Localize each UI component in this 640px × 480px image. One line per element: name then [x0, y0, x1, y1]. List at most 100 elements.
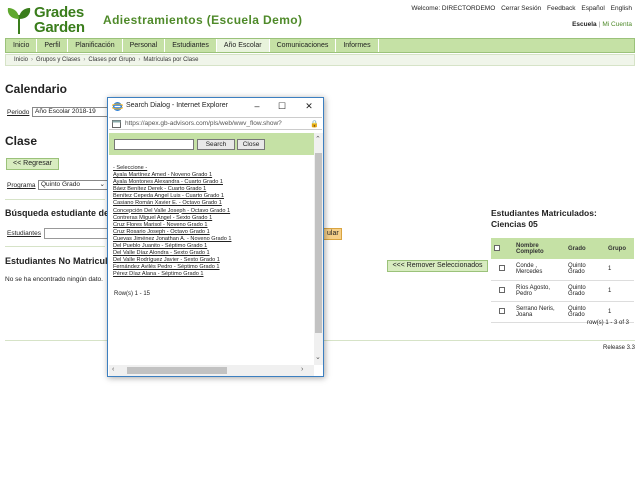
- top-links: Welcome: DIRECTORDEMO Cerrar Sesión Feed…: [407, 5, 632, 12]
- list-item[interactable]: Del Valle Díaz Alondra - Sexto Grado 1: [113, 250, 311, 257]
- list-item[interactable]: Casiano Román Xavier E. - Octavo Grado 1: [113, 200, 311, 207]
- select-all-cell: [491, 238, 513, 259]
- separator: |: [598, 21, 601, 28]
- dialog-search-button[interactable]: Search: [197, 139, 235, 150]
- dialog-search-input[interactable]: [114, 139, 194, 150]
- select-all-checkbox[interactable]: [494, 244, 500, 251]
- scroll-right-icon[interactable]: ›: [301, 366, 303, 374]
- close-icon[interactable]: ✕: [303, 101, 315, 111]
- cell-grade: Quinto Grado: [565, 259, 605, 281]
- cell-group: 1: [605, 301, 634, 323]
- divider: [5, 246, 105, 247]
- unenrolled-heading: Estudiantes No Matricula: [5, 256, 113, 266]
- logo-line-2: Garden: [34, 19, 85, 36]
- list-item[interactable]: Benítez Cepeda Angel Luis - Cuarto Grado…: [113, 193, 311, 200]
- remove-selected-button[interactable]: <<< Remover Seleccionados: [387, 260, 488, 272]
- search-student-button[interactable]: ular: [322, 228, 342, 240]
- class-heading: Clase: [5, 134, 38, 148]
- nav-informes[interactable]: Informes: [336, 39, 379, 52]
- col-name[interactable]: Nombre Completo: [513, 238, 565, 259]
- table-row: Serrano Neris, Joana Quinto Grado 1: [491, 301, 634, 323]
- row-checkbox[interactable]: [499, 307, 505, 314]
- horizontal-scrollbar[interactable]: ‹ ›: [109, 365, 314, 376]
- dialog-titlebar[interactable]: Search Dialog - Internet Explorer – ☐ ✕: [108, 98, 323, 116]
- scroll-left-icon[interactable]: ‹: [112, 366, 114, 374]
- search-dialog-window: Search Dialog - Internet Explorer – ☐ ✕ …: [107, 97, 324, 377]
- my-account-link[interactable]: Mi Cuenta: [602, 21, 632, 28]
- dialog-close-button[interactable]: Close: [237, 139, 265, 150]
- scroll-down-icon[interactable]: ⌄: [315, 354, 321, 362]
- grades-garden-logo[interactable]: Grades Garden: [6, 5, 94, 39]
- breadcrumb-clases[interactable]: Clases por Grupo: [88, 57, 135, 63]
- cell-grade: Quinto Grado: [565, 280, 605, 302]
- scroll-up-icon[interactable]: ⌃: [315, 136, 321, 144]
- dialog-title: Search Dialog - Internet Explorer: [126, 102, 228, 109]
- leaf-logo-icon: [7, 8, 31, 35]
- cell-grade: Quinto Grado: [565, 301, 605, 323]
- empty-message: No se ha encontrado ningún dato.: [5, 276, 103, 283]
- breadcrumb-inicio[interactable]: Inicio: [14, 57, 28, 63]
- enrolled-title-line-2: Ciencias 05: [491, 219, 538, 229]
- enrolled-title-line-1: Estudiantes Matriculados:: [491, 208, 597, 218]
- nav-personal[interactable]: Personal: [123, 39, 166, 52]
- spanish-link[interactable]: Español: [581, 5, 605, 12]
- list-item[interactable]: Del Valle Rodríguez Javier - Sexto Grado…: [113, 257, 311, 264]
- school-link[interactable]: Escuela: [572, 21, 597, 28]
- breadcrumb-matriculas: Matrículas por Clase: [143, 57, 199, 63]
- release-label: Release 3.3: [603, 345, 636, 351]
- list-item[interactable]: Fernández Avilés Pedro - Séptimo Grado 1: [113, 264, 311, 271]
- col-grade[interactable]: Grado: [565, 238, 605, 259]
- cell-group: 1: [605, 259, 634, 281]
- row-checkbox[interactable]: [499, 265, 505, 272]
- enrolled-table: Nombre Completo Grado Grupo Conde , Merced…: [491, 238, 634, 323]
- search-heading: Búsqueda estudiante de: [5, 208, 110, 218]
- vertical-scroll-thumb[interactable]: [315, 153, 322, 333]
- nav-perfil[interactable]: Perfil: [37, 39, 69, 52]
- back-button[interactable]: << Regresar: [6, 158, 59, 170]
- feedback-link[interactable]: Feedback: [547, 5, 576, 12]
- nav-ano-escolar[interactable]: Año Escolar: [216, 39, 270, 52]
- nav-estudiantes[interactable]: Estudiantes: [165, 39, 217, 52]
- english-link[interactable]: English: [611, 5, 632, 12]
- enrolled-title: Estudiantes Matriculados: Ciencias 05: [491, 208, 597, 230]
- welcome-text: Welcome: DIRECTORDEMO: [411, 5, 496, 12]
- maximize-icon[interactable]: ☐: [276, 101, 288, 111]
- list-item[interactable]: Cruz Rosario Joseph - Octavo Grado 1: [113, 229, 311, 236]
- horizontal-scroll-thumb[interactable]: [127, 367, 227, 374]
- student-search-input[interactable]: [44, 228, 108, 239]
- list-item[interactable]: Pérez Díaz Alana - Séptimo Grado 1: [113, 271, 311, 278]
- list-item[interactable]: Báez Benítez Derek - Cuarto Grado 1: [113, 186, 311, 193]
- nav-inicio[interactable]: Inicio: [6, 39, 38, 52]
- list-item[interactable]: Del Pueblo Juanito - Séptimo Grado 1: [113, 243, 311, 250]
- divider: [5, 199, 105, 200]
- logout-link[interactable]: Cerrar Sesión: [501, 5, 541, 12]
- list-item[interactable]: Cuevas Jiménez Jonathan A. - Noveno Grad…: [113, 236, 311, 243]
- logo-text: Grades Garden: [34, 5, 85, 35]
- row-count: row(s) 1 - 3 of 3: [587, 320, 630, 326]
- address-bar[interactable]: https://apex.gb-advisors.com/pls/web/wwv…: [109, 117, 322, 130]
- internet-explorer-icon: [112, 102, 123, 111]
- cell-name: Conde , Mercedes: [513, 259, 565, 281]
- nav-planificacion[interactable]: Planificación: [68, 39, 123, 52]
- vertical-scrollbar[interactable]: ⌃ ⌄: [314, 133, 323, 365]
- list-item[interactable]: Cruz Flores Marisol - Noveno Grado 1: [113, 222, 311, 229]
- list-item[interactable]: Contreras Miguel Angel - Sexto Grado 1: [113, 215, 311, 222]
- account-links: Escuela | Mi Cuenta: [572, 21, 632, 28]
- minimize-icon[interactable]: –: [251, 101, 263, 111]
- breadcrumb-sep-icon: ›: [83, 57, 86, 63]
- list-item[interactable]: Ayala Montones Alexandra - Cuarto Grado …: [113, 179, 311, 186]
- list-item[interactable]: Ayala Martínez Amed - Noveno Grado 1: [113, 172, 311, 179]
- list-item[interactable]: - Seleccione -: [113, 165, 311, 172]
- list-item[interactable]: Concepción Del Valle Joseph - Octavo Gra…: [113, 208, 311, 215]
- program-select[interactable]: Quinto Grado ⌄: [38, 180, 108, 190]
- students-label: Estudiantes: [7, 230, 41, 237]
- row-checkbox[interactable]: [499, 286, 505, 293]
- calendar-heading: Calendario: [5, 82, 68, 96]
- nav-comunicaciones[interactable]: Comunicaciones: [270, 39, 337, 52]
- period-select[interactable]: Año Escolar 2018-19: [32, 107, 112, 117]
- period-label: Periodo: [7, 109, 30, 116]
- breadcrumb-grupos[interactable]: Grupos y Clases: [36, 57, 80, 63]
- col-group[interactable]: Grupo: [605, 238, 634, 259]
- lock-icon: 🔒: [310, 121, 319, 128]
- breadcrumb-sep-icon: ›: [31, 57, 34, 63]
